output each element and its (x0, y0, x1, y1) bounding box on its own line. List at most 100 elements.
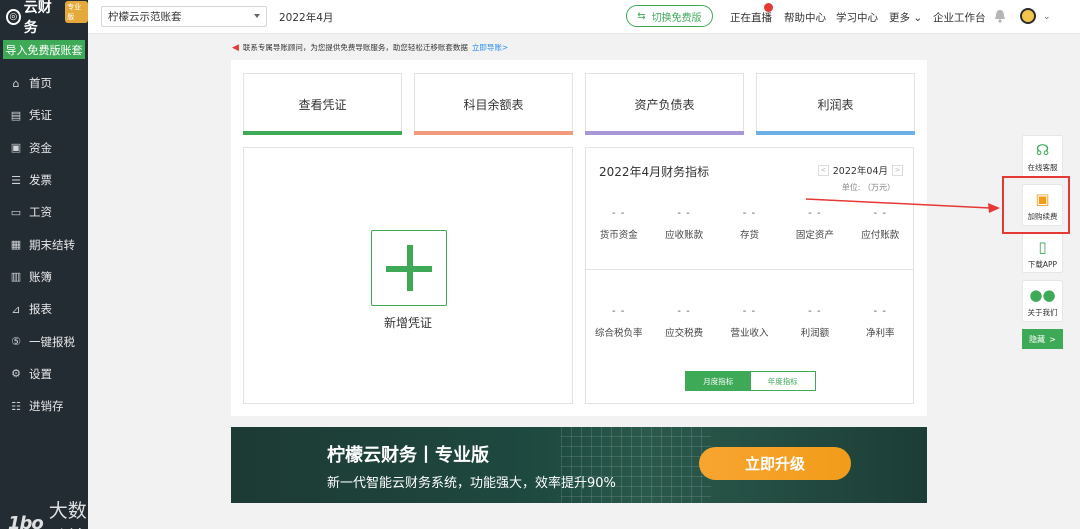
subject-balance-card[interactable]: 科目余额表 (414, 73, 573, 135)
sidebar-item-invoice[interactable]: ☰ 发票 (0, 164, 88, 196)
banner-subtitle: 新一代智能云财务系统，功能强大，效率提升90% (327, 476, 616, 491)
sidebar-item-home[interactable]: ⌂ 首页 (0, 67, 88, 99)
sidebar-item-label: 期末结转 (29, 237, 75, 252)
learning-center-link[interactable]: 学习中心 (836, 10, 878, 25)
sidebar: ◎ 云财务 专业版 导入免费版账套 ⌂ 首页 ▤ 凭证 ▣ 资金 ☰ 发票 ▭ 工资 ▦ 期末结转 ▥ 账… (0, 0, 88, 529)
download-app-button[interactable]: ▯ 下载APP (1022, 233, 1063, 273)
online-service-label: 在线客服 (1027, 163, 1058, 172)
hide-label: 隐藏 (1029, 334, 1046, 344)
chevron-down-icon (254, 14, 260, 18)
inventory-icon: ☷ (11, 399, 21, 413)
balance-sheet-card[interactable]: 资产负债表 (585, 73, 744, 135)
add-voucher-button[interactable] (371, 230, 447, 306)
sidebar-item-settings[interactable]: ⚙ 设置 (0, 358, 88, 390)
metric-item: - - 存货 (717, 208, 782, 241)
online-service-button[interactable]: ☊ 在线客服 (1022, 135, 1063, 177)
sidebar-item-period-end[interactable]: ▦ 期末结转 (0, 228, 88, 260)
enterprise-workbench-link[interactable]: 企业工作台 (933, 10, 986, 25)
metric-value: - - (742, 208, 757, 219)
download-app-label: 下载APP (1027, 260, 1058, 269)
sidebar-item-tax[interactable]: ⑤ 一键报税 (0, 325, 88, 357)
banner-decoration (561, 427, 711, 503)
metric-item: - - 固定资产 (782, 208, 847, 241)
home-icon: ⌂ (12, 76, 20, 90)
financial-metrics-panel: 2022年4月财务指标 < 2022年04月 > 单位: （万元） - - 货币资… (585, 147, 914, 404)
version-badge: 专业版 (65, 1, 88, 23)
sidebar-item-label: 进销存 (29, 399, 64, 414)
metric-value: - - (808, 208, 822, 219)
metric-item: - - 综合税负率 (586, 306, 651, 339)
voucher-icon: ▤ (10, 108, 22, 122)
top-header: 柠檬云示范账套 2022年4月 ⇆ 切换免费版 正在直播 帮助中心 学习中心 更… (88, 0, 1080, 34)
period-end-icon: ▦ (10, 238, 22, 252)
metrics-title: 2022年4月财务指标 (599, 165, 710, 179)
sidebar-item-fund[interactable]: ▣ 资金 (0, 132, 88, 164)
user-avatar[interactable] (1020, 8, 1036, 24)
notice-bar: ◀ 联系专属导账顾问，为您提供免费导账服务，助您轻松迁移账套数据 立即导账> (232, 42, 508, 53)
card-label: 利润表 (817, 97, 854, 112)
sidebar-item-label: 账簿 (29, 269, 52, 284)
new-voucher-label: 新增凭证 (383, 316, 432, 330)
watermark: 1bo 大数跨境 (8, 496, 88, 529)
yearly-metrics-tab[interactable]: 年度指标 (751, 372, 816, 390)
metric-label: 利润额 (800, 328, 830, 339)
account-select[interactable]: 柠檬云示范账套 (101, 6, 267, 27)
bell-icon[interactable] (994, 9, 1006, 23)
notice-link[interactable]: 立即导账> (472, 42, 508, 53)
sidebar-item-label: 工资 (29, 205, 52, 220)
sidebar-item-label: 资金 (29, 140, 52, 155)
sidebar-item-label: 凭证 (29, 108, 52, 123)
app-logo[interactable]: ◎ 云财务 专业版 (0, 0, 88, 36)
headset-icon: ☊ (1035, 141, 1050, 159)
switch-free-version-button[interactable]: ⇆ 切换免费版 (626, 5, 713, 27)
upgrade-banner[interactable]: 柠檬云财务丨专业版 新一代智能云财务系统，功能强大，效率提升90% 立即升级 (231, 427, 927, 503)
metric-label: 净利率 (866, 328, 895, 339)
chevron-down-icon: ⌄ (913, 12, 923, 24)
card-accent-bar (585, 131, 744, 135)
switch-icon: ⇆ (637, 10, 646, 22)
metric-item: - - 货币资金 (586, 208, 651, 241)
switch-label: 切换免费版 (651, 12, 702, 24)
highlight-box (1002, 176, 1070, 234)
view-voucher-card[interactable]: 查看凭证 (243, 73, 402, 135)
more-menu[interactable]: 更多 ⌄ (889, 10, 922, 25)
report-icon: ⊿ (11, 302, 21, 316)
sidebar-item-voucher[interactable]: ▤ 凭证 (0, 99, 88, 131)
sidebar-item-label: 一键报税 (29, 334, 75, 349)
metric-label: 存货 (739, 230, 759, 241)
watermark-text: 大数跨境 (48, 500, 87, 529)
current-period: 2022年4月 (279, 12, 334, 24)
metric-item: - - 应收账款 (651, 208, 716, 241)
upgrade-now-button[interactable]: 立即升级 (699, 447, 851, 480)
card-label: 科目余额表 (463, 97, 524, 112)
import-free-account-button[interactable]: 导入免费版账套 (3, 40, 85, 59)
dashboard-panel: 查看凭证 科目余额表 资产负债表 利润表 新增凭证 2022年4月财务指标 < 202… (231, 60, 927, 416)
notice-text: 联系专属导账顾问，为您提供免费导账服务，助您轻松迁移账套数据 (242, 43, 468, 52)
hide-float-bar-button[interactable]: 隐藏 > (1022, 329, 1063, 349)
chevron-down-icon[interactable]: ⌄ (1043, 12, 1051, 22)
chevron-left-icon[interactable]: < (817, 164, 829, 176)
metric-item: - - 营业收入 (717, 306, 782, 339)
metric-label: 营业收入 (730, 328, 769, 339)
sidebar-item-salary[interactable]: ▭ 工资 (0, 196, 88, 228)
metric-value: - - (808, 306, 822, 317)
metric-item: - - 净利率 (848, 306, 913, 339)
watermark-logo: 1bo (8, 512, 44, 529)
chevron-right-icon[interactable]: > (892, 164, 903, 176)
monthly-metrics-tab[interactable]: 月度指标 (686, 372, 751, 390)
about-us-button[interactable]: ●● 关于我们 (1022, 280, 1063, 322)
income-statement-card[interactable]: 利润表 (756, 73, 915, 135)
sidebar-item-inventory[interactable]: ☷ 进销存 (0, 390, 88, 422)
metrics-unit: 单位: （万元） (841, 183, 895, 192)
sidebar-item-report[interactable]: ⊿ 报表 (0, 293, 88, 325)
help-center-link[interactable]: 帮助中心 (784, 10, 826, 25)
sidebar-item-ledger[interactable]: ▥ 账簿 (0, 261, 88, 293)
metric-item: - - 应交税费 (651, 306, 716, 339)
metrics-period: 2022年04月 (832, 166, 888, 177)
metric-label: 货币资金 (599, 230, 638, 241)
metric-label: 应付账款 (861, 230, 900, 241)
chevron-right-icon: > (1049, 334, 1056, 344)
metric-item: - - 利润额 (782, 306, 847, 339)
card-label: 资产负债表 (634, 97, 695, 112)
live-link[interactable]: 正在直播 (730, 10, 772, 25)
